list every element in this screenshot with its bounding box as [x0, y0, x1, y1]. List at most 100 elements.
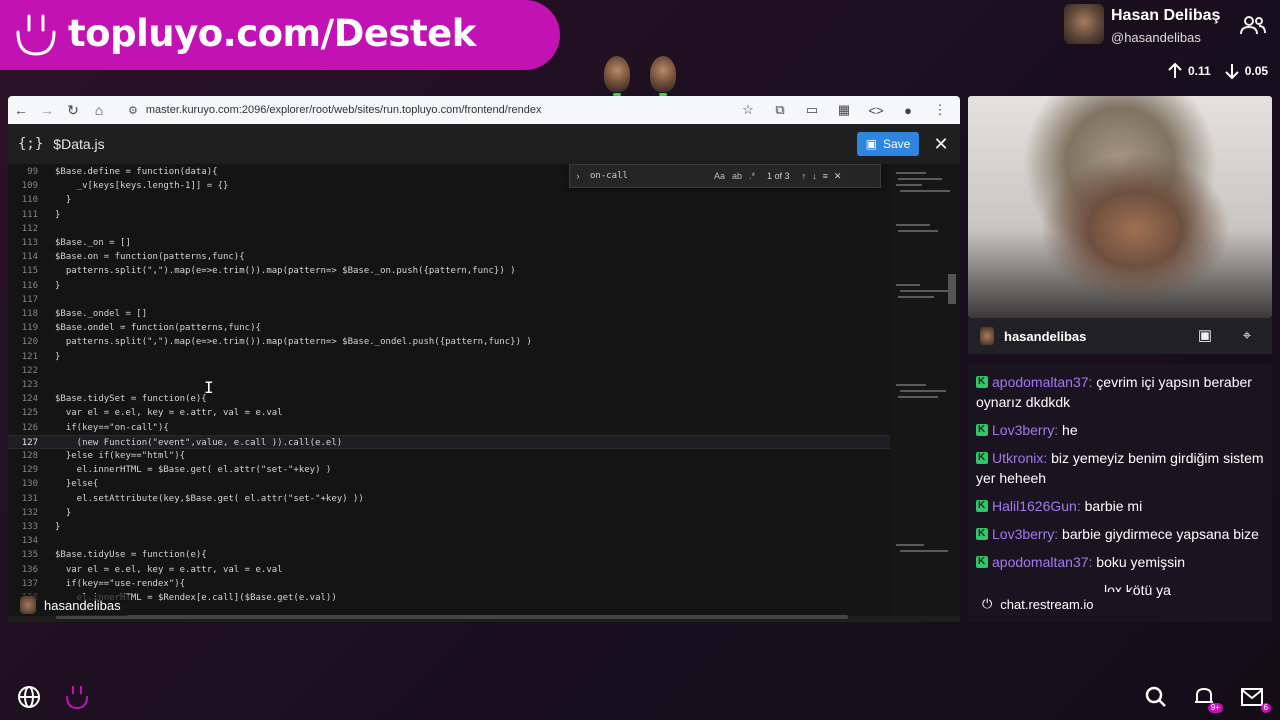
chat-username[interactable]: apodomaltan37:	[992, 374, 1092, 390]
bell-icon[interactable]: 9+	[1191, 684, 1223, 713]
line-code: $Base._on = []	[55, 238, 131, 248]
code-line[interactable]: 117	[8, 293, 890, 307]
pip-icon[interactable]: ▣	[1194, 325, 1216, 347]
line-code: }	[55, 195, 72, 206]
line-code: patterns.split(",").map(e=>e.trim()).map…	[55, 266, 516, 277]
prev-match-icon[interactable]: ↑	[802, 171, 807, 182]
apps-icon[interactable]: ▦	[828, 102, 860, 118]
close-find-icon[interactable]: ✕	[834, 171, 842, 182]
forward-icon[interactable]: →	[34, 96, 60, 124]
whole-word-toggle[interactable]: ab	[732, 171, 742, 181]
code-line[interactable]: 137 if(key=="use-rendex"){	[8, 577, 890, 591]
code-line[interactable]: 134	[8, 534, 890, 548]
code-line[interactable]: 116}	[8, 279, 890, 293]
topluyo-logo-icon	[16, 14, 56, 56]
code-line[interactable]: 125 var el = e.el, key = e.attr, val = e…	[8, 406, 890, 420]
webcam-bar: hasandelibas ▣ ⌖	[968, 318, 1272, 354]
back-icon[interactable]: ←	[8, 96, 34, 124]
code-line[interactable]: 123	[8, 378, 890, 392]
line-code: $Base.tidyUse = function(e){	[55, 550, 207, 561]
chat-username[interactable]: Lov3berry:	[992, 422, 1058, 438]
devtools-icon[interactable]: <>	[860, 103, 892, 118]
code-line[interactable]: 118 $Base._ondel = []	[8, 307, 890, 321]
line-number: 135	[21, 550, 38, 561]
home-icon[interactable]: ⌂	[86, 96, 112, 124]
streamer-profile[interactable]: Hasan Delibaş @hasandelibas	[1064, 4, 1280, 50]
chat-username[interactable]: Halil1626Gun:	[992, 498, 1081, 514]
focus-icon[interactable]: ⌖	[1236, 325, 1258, 347]
address-bar[interactable]: ⚙ master.kuruyo.com:2096/explorer/root/w…	[128, 100, 768, 120]
line-number: 110	[21, 195, 38, 206]
menu-icon[interactable]: ⋮	[924, 102, 956, 118]
kick-platform-icon	[976, 420, 988, 440]
code-line[interactable]: 120 patterns.split(",").map(e=>e.trim())…	[8, 335, 890, 349]
code-line[interactable]: 124 $Base.tidySet = function(e){	[8, 392, 890, 406]
chat-message: Utkronix: biz yemeyiz benim girdiğim sis…	[976, 448, 1264, 488]
code-line[interactable]: 135 $Base.tidyUse = function(e){	[8, 548, 890, 562]
line-number: 126	[21, 422, 38, 433]
chat-username[interactable]: Utkronix:	[992, 450, 1047, 466]
line-number: 119	[21, 323, 38, 334]
code-line[interactable]: 122	[8, 364, 890, 378]
code-editor[interactable]: 99 $Base.define = function(data){109 _v[k…	[8, 164, 890, 616]
profile-name: Hasan Delibaş	[1111, 7, 1221, 24]
search-icon[interactable]	[1143, 684, 1169, 710]
chevron-right-icon[interactable]: ›	[570, 171, 586, 181]
code-line[interactable]: 130 }else{	[8, 477, 890, 491]
site-info-icon[interactable]: ⚙	[128, 104, 138, 117]
network-stats: 0.11 0.05	[1166, 62, 1276, 80]
minimap[interactable]	[890, 164, 960, 616]
code-line[interactable]: 113 $Base._on = []	[8, 236, 890, 250]
code-line[interactable]: 112	[8, 222, 890, 236]
chat-source[interactable]: ⏻ chat.restream.io	[972, 592, 1132, 616]
code-line[interactable]: 129 el.innerHTML = $Base.get( el.attr("s…	[8, 463, 890, 477]
close-icon[interactable]: ✕	[930, 132, 952, 156]
next-match-icon[interactable]: ↓	[812, 171, 817, 182]
code-line[interactable]: 119 $Base.ondel = function(patterns,func)…	[8, 321, 890, 335]
code-line[interactable]: 111}	[8, 208, 890, 222]
horizontal-scrollbar[interactable]	[56, 615, 848, 619]
code-line[interactable]: 132 }	[8, 506, 890, 520]
line-code: (new Function("event",value, e.call )).c…	[55, 437, 343, 448]
topluyo-small-icon[interactable]	[64, 684, 90, 710]
globe-icon[interactable]	[16, 684, 42, 710]
chat-username[interactable]: Lov3berry:	[992, 526, 1058, 542]
minimap-preview	[896, 172, 956, 552]
save-button[interactable]: ▣ Save	[857, 132, 919, 156]
mail-icon[interactable]: 6	[1239, 684, 1271, 713]
code-line[interactable]: 133}	[8, 520, 890, 534]
people-icon[interactable]	[1240, 14, 1266, 36]
chat-panel: apodomaltan37: çevrim içi yapsın beraber…	[968, 364, 1272, 622]
extensions-icon[interactable]: ⧉	[764, 102, 796, 118]
reading-mode-icon[interactable]: ▭	[796, 102, 828, 118]
line-code: _v[keys[keys.length-1]] = {}	[55, 181, 229, 192]
code-line[interactable]: 138 el.innerHTML = $Rendex[e.call]($Base…	[8, 591, 890, 605]
line-number: 133	[21, 522, 38, 532]
reload-icon[interactable]: ↻	[60, 96, 86, 124]
viewer-faces	[604, 56, 676, 96]
line-code: $Base.on = function(patterns,func){	[55, 252, 245, 263]
code-line[interactable]: 110 }	[8, 193, 890, 207]
line-number: 123	[21, 380, 38, 390]
code-line[interactable]: 128 }else if(key=="html"){	[8, 449, 890, 463]
profile-icon[interactable]: ●	[892, 103, 924, 118]
code-line[interactable]: 115 patterns.split(",").map(e=>e.trim())…	[8, 264, 890, 278]
find-input[interactable]: on-call	[586, 171, 706, 181]
code-line[interactable]: 127 (new Function("event",value, e.call …	[8, 434, 890, 449]
code-line[interactable]: 136 var el = e.el, key = e.attr, val = e…	[8, 563, 890, 577]
kick-platform-icon	[976, 524, 988, 544]
line-number: 111	[21, 209, 38, 220]
chat-username[interactable]: apodomaltan37:	[992, 554, 1092, 570]
code-line[interactable]: 131 el.setAttribute(key,$Base.get( el.at…	[8, 492, 890, 506]
code-line[interactable]: 126 if(key=="on-call"){	[8, 421, 890, 435]
line-code: }else if(key=="html"){	[55, 451, 186, 461]
line-number: 125	[21, 408, 38, 419]
find-in-selection-icon[interactable]: ≡	[823, 171, 828, 182]
bookmark-star-icon[interactable]: ☆	[732, 102, 764, 118]
line-number: 109	[21, 181, 38, 192]
match-case-toggle[interactable]: Aa	[714, 171, 725, 181]
line-number: 129	[21, 465, 38, 476]
code-line[interactable]: 114 $Base.on = function(patterns,func){	[8, 250, 890, 264]
code-line[interactable]: 121}	[8, 350, 890, 364]
regex-toggle[interactable]: .*	[749, 171, 755, 181]
